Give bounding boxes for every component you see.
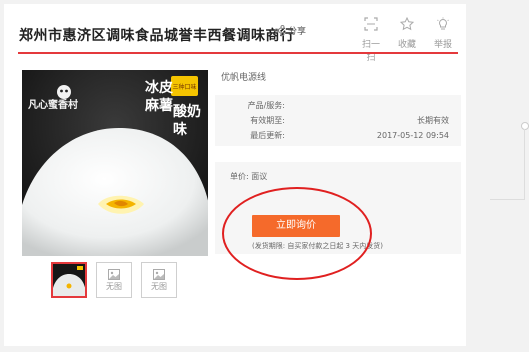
side-divider — [524, 129, 525, 199]
favorite-label: 收藏 — [397, 40, 416, 50]
thumbnail-3-label: 无图 — [151, 281, 167, 291]
unit-price-label: 单价: 面议 — [230, 172, 268, 181]
product-main-image[interactable]: 凡心蜜香村 三种口味 冰皮 麻薯 酸奶 味 — [22, 70, 208, 256]
thumbnail-1[interactable] — [51, 262, 87, 298]
brand-logo-icon — [57, 85, 71, 99]
favorite-button[interactable]: 收藏 — [394, 16, 420, 63]
brand-text: 凡心蜜香村 — [28, 98, 78, 111]
report-button[interactable]: 举报 — [430, 16, 456, 63]
flavor-left-2: 麻薯 — [144, 97, 173, 114]
title-divider — [18, 52, 458, 54]
side-scroll-handle[interactable] — [521, 122, 529, 130]
info-row-key: 最后更新: — [250, 131, 285, 140]
product-info: 优帆电源线 产品/服务: 有效期至: 长期有效 最后更新: 2017-05-12… — [215, 68, 461, 146]
flavor-right-2: 味 — [173, 122, 187, 138]
side-divider — [490, 199, 525, 200]
info-row-key: 产品/服务: — [247, 101, 285, 110]
thumbnail-3[interactable]: 无图 — [141, 262, 177, 298]
star-icon — [399, 16, 415, 31]
info-row-validity: 有效期至: 长期有效 — [215, 113, 461, 128]
info-row-value — [285, 98, 461, 113]
share-label: 分享 — [288, 27, 307, 37]
seller-name[interactable]: 优帆电源线 — [221, 70, 461, 83]
scan-label: 扫一扫 — [361, 40, 380, 63]
no-image-icon — [108, 268, 120, 280]
toolbar: 扫一扫 收藏 举报 — [358, 16, 456, 63]
thumbnail-2[interactable]: 无图 — [96, 262, 132, 298]
annotation-circle — [222, 187, 372, 280]
scan-button[interactable]: 扫一扫 — [358, 16, 384, 63]
info-row-value: 长期有效 — [417, 116, 449, 125]
info-row-updated: 最后更新: 2017-05-12 09:54 — [215, 128, 461, 143]
report-bulb-icon — [437, 17, 449, 30]
share-button[interactable]: 分享 — [274, 24, 306, 37]
info-row-value: 2017-05-12 09:54 — [376, 131, 449, 140]
flavor-badge-text: 三种口味 — [172, 83, 196, 91]
thumbnail-2-label: 无图 — [106, 281, 122, 291]
mochi-product-photo: 凡心蜜香村 三种口味 冰皮 麻薯 酸奶 味 — [22, 70, 208, 256]
flavor-right-1: 酸奶 — [173, 103, 201, 120]
info-row-key: 有效期至: — [250, 116, 285, 125]
report-label: 举报 — [433, 40, 452, 50]
thumbnail-mochi-image — [53, 264, 85, 296]
share-icon — [274, 25, 285, 36]
flavor-left-1: 冰皮 — [145, 79, 173, 96]
page-title: 郑州市惠济区调味食品城誉丰西餐调味商行 — [19, 28, 295, 44]
thumbnail-strip: 无图 无图 — [51, 262, 177, 298]
no-image-icon — [153, 268, 165, 280]
info-row-product: 产品/服务: — [215, 98, 461, 113]
info-table: 产品/服务: 有效期至: 长期有效 最后更新: 2017-05-12 09:54 — [215, 95, 461, 146]
qr-scan-icon — [364, 17, 378, 31]
